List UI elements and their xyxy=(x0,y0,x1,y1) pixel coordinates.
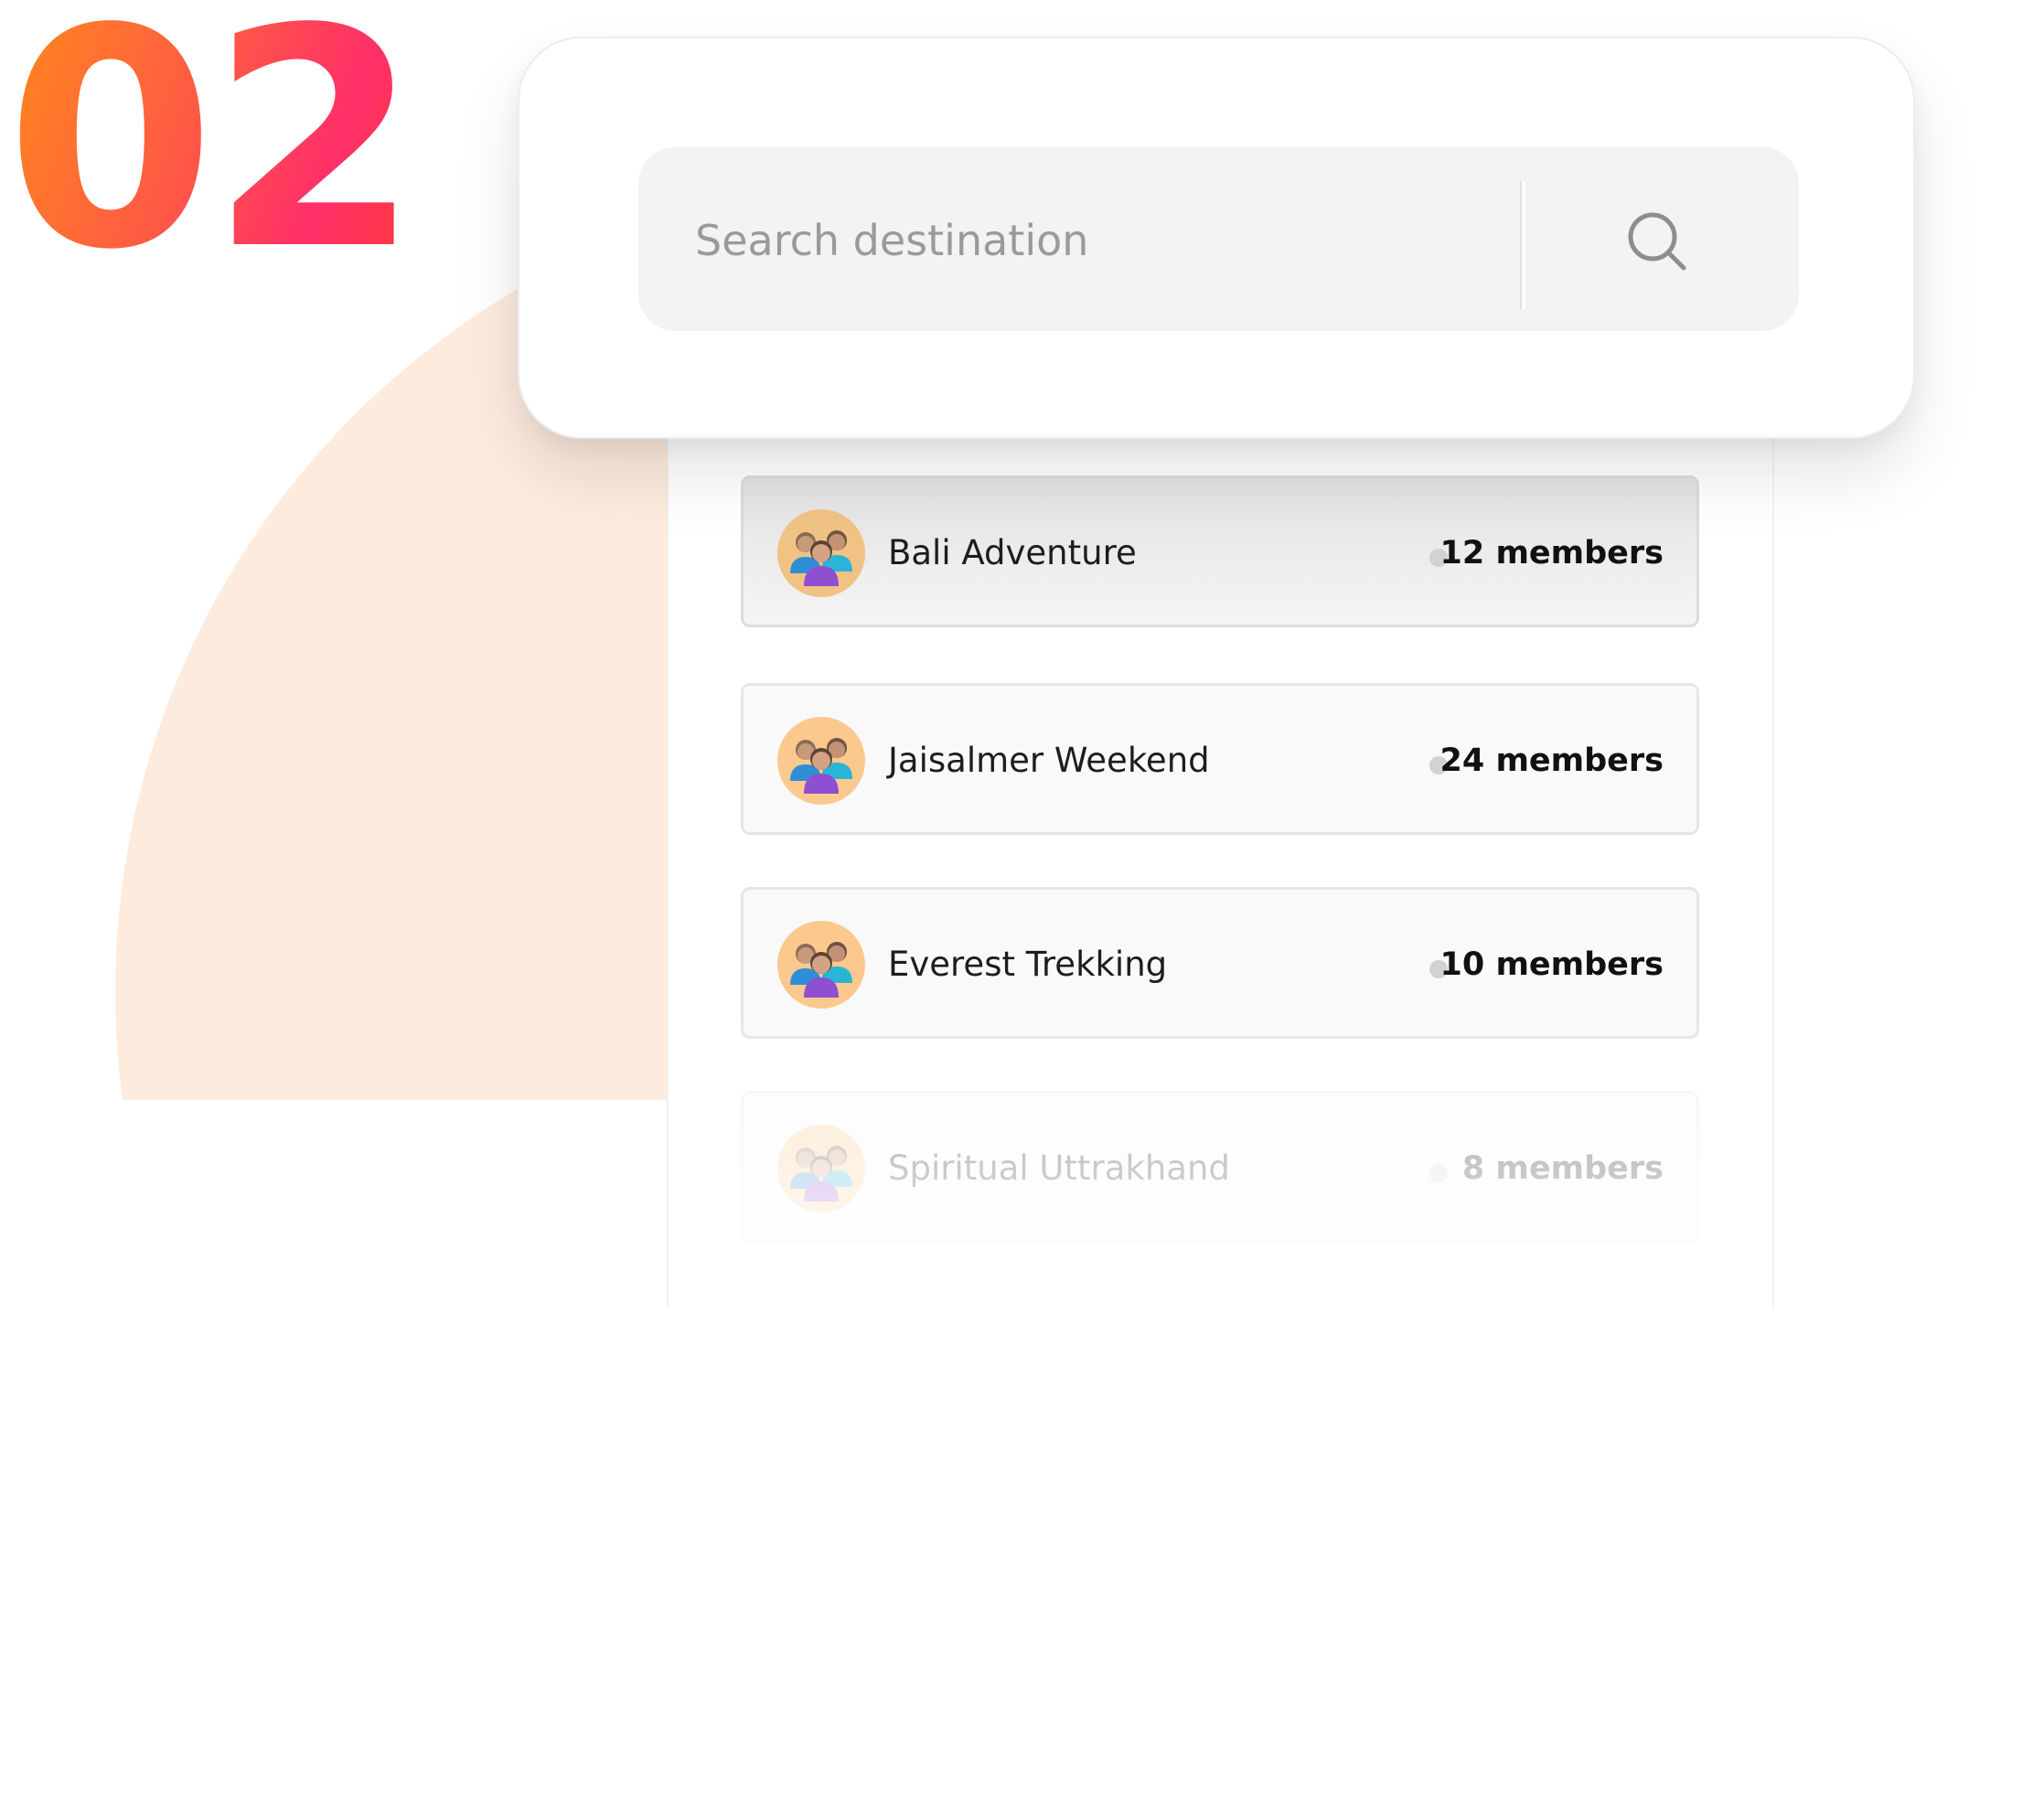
list-item[interactable]: Bali Adventure 12 members xyxy=(741,475,1699,627)
group-name: Everest Trekking xyxy=(888,945,1168,984)
group-name: Jaisalmer Weekend xyxy=(888,741,1210,780)
search-divider xyxy=(1522,181,1525,309)
search-card xyxy=(518,37,1915,439)
group-name: Bali Adventure xyxy=(888,533,1137,572)
search-icon xyxy=(1628,212,1686,270)
group-people-icon xyxy=(777,509,865,597)
group-list-panel: Bali Adventure 12 members Jaisalmer Week… xyxy=(667,430,1774,1307)
search-input[interactable] xyxy=(693,202,1502,279)
search-button[interactable] xyxy=(1608,198,1708,285)
list-item[interactable]: Spiritual Uttrakhand 8 members xyxy=(741,1091,1699,1243)
search-bar xyxy=(638,147,1799,331)
status-dot xyxy=(1429,1164,1448,1182)
group-people-icon xyxy=(777,717,865,805)
group-people-icon xyxy=(777,921,865,1009)
list-item[interactable]: Everest Trekking 10 members xyxy=(741,887,1699,1039)
step-number: 02 xyxy=(5,0,420,291)
group-name: Spiritual Uttrakhand xyxy=(888,1148,1230,1188)
member-count: 10 members xyxy=(1439,946,1664,983)
member-count: 24 members xyxy=(1439,742,1664,779)
member-count: 12 members xyxy=(1439,535,1664,571)
list-item[interactable]: Jaisalmer Weekend 24 members xyxy=(741,683,1699,835)
group-people-icon xyxy=(777,1125,865,1212)
member-count: 8 members xyxy=(1461,1150,1664,1187)
